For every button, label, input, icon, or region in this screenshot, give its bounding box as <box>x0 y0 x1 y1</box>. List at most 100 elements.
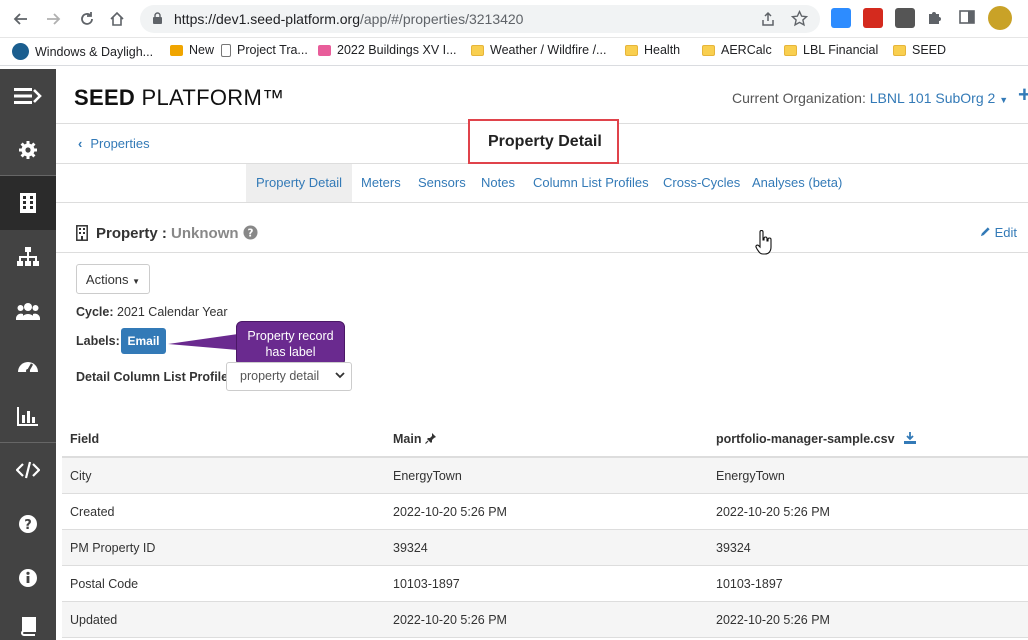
bookmark-label: SEED <box>912 43 947 57</box>
svg-text:?: ? <box>247 227 253 239</box>
tab-analyses[interactable]: Analyses (beta) <box>742 164 852 202</box>
reload-icon[interactable] <box>76 8 98 30</box>
bookmark-label: AERCalc <box>721 43 772 57</box>
help-question-icon[interactable]: ? <box>0 497 56 551</box>
source-header-label: portfolio-manager-sample.csv <box>716 432 895 446</box>
cycle-line: Cycle: 2021 Calendar Year <box>76 305 228 319</box>
org-label: Current Organization: <box>732 90 866 106</box>
bookmark-item[interactable]: New <box>170 43 214 57</box>
download-icon[interactable] <box>904 432 916 447</box>
edit-label: Edit <box>994 225 1018 240</box>
pdf-extension-icon[interactable] <box>863 8 883 28</box>
folder-icon <box>471 44 484 56</box>
seed-platform-logo[interactable]: SEED PLATFORM™ <box>74 85 284 111</box>
address-bar[interactable]: https://dev1.seed-platform.org/app/#/pro… <box>140 5 820 33</box>
main-value-cell: 2022-10-20 5:26 PM <box>393 613 507 627</box>
bookmark-folder[interactable]: AERCalc <box>702 43 772 57</box>
lock-icon <box>152 12 163 28</box>
main-value-cell: 10103-1897 <box>393 577 460 591</box>
page-subheader: ‹ Properties Property Detail <box>56 119 1028 164</box>
sitemap-icon[interactable] <box>0 230 56 284</box>
help-question-icon[interactable]: ? <box>243 225 258 244</box>
building-icon[interactable] <box>0 176 56 230</box>
graduation-cap-icon <box>170 44 183 56</box>
bookmark-item[interactable]: 2022 Buildings XV I... <box>318 43 457 57</box>
settings-gear-icon[interactable] <box>0 123 56 177</box>
annotation-callout: Property record has label <box>236 321 345 366</box>
source-value-cell: 2022-10-20 5:26 PM <box>716 505 830 519</box>
svg-text:?: ? <box>24 518 32 533</box>
back-link-label: Properties <box>90 136 150 151</box>
chevron-left-icon: ‹ <box>78 136 83 151</box>
menu-toggle-icon[interactable] <box>0 69 56 123</box>
bookmarks-bar: Windows & Dayligh... New Project Tra... … <box>0 38 1028 66</box>
extension-icon[interactable] <box>895 8 915 28</box>
bookmark-folder[interactable]: Health <box>625 43 680 57</box>
property-title-label: Property : <box>96 225 167 242</box>
forward-arrow-icon[interactable] <box>42 8 64 30</box>
zoom-extension-icon[interactable] <box>831 8 851 28</box>
caret-down-icon: ▼ <box>132 276 141 286</box>
tab-property-detail[interactable]: Property Detail <box>246 164 352 202</box>
bookmark-item[interactable]: Windows & Dayligh... <box>12 43 153 60</box>
profile-avatar[interactable] <box>988 6 1012 30</box>
tab-sensors[interactable]: Sensors <box>408 164 476 202</box>
property-name: Unknown <box>171 225 239 242</box>
pencil-icon <box>980 225 995 240</box>
org-dropdown[interactable]: LBNL 101 SubOrg 2 <box>870 90 996 106</box>
browser-toolbar: https://dev1.seed-platform.org/app/#/pro… <box>0 0 1028 38</box>
share-icon[interactable] <box>760 11 776 30</box>
current-organization[interactable]: Current Organization: LBNL 101 SubOrg 2 … <box>732 90 1008 106</box>
tab-column-list-profiles[interactable]: Column List Profiles <box>523 164 659 202</box>
users-icon[interactable] <box>0 284 56 338</box>
back-to-properties-link[interactable]: ‹ Properties <box>78 136 150 151</box>
field-name-cell: Created <box>70 505 115 519</box>
bookmark-label: New <box>189 43 215 57</box>
field-name-cell: Updated <box>70 613 118 627</box>
column-header-main: Main <box>393 432 437 447</box>
cycle-label: Cycle: <box>76 305 114 319</box>
folder-icon <box>625 44 638 56</box>
tab-notes[interactable]: Notes <box>471 164 525 202</box>
column-header-source-file: portfolio-manager-sample.csv <box>716 432 916 447</box>
tab-cross-cycles[interactable]: Cross-Cycles <box>653 164 750 202</box>
home-icon[interactable] <box>106 8 128 30</box>
bookmark-star-icon[interactable] <box>790 9 809 30</box>
bookmark-label: Windows & Dayligh... <box>35 44 154 59</box>
bookmark-label: Project Tra... <box>237 43 308 57</box>
bar-chart-icon[interactable] <box>0 389 56 443</box>
main-value-cell: 39324 <box>393 541 428 555</box>
side-panel-icon[interactable] <box>958 8 978 28</box>
info-icon[interactable] <box>0 551 56 605</box>
book-icon[interactable] <box>0 599 56 640</box>
pin-icon[interactable] <box>425 432 437 447</box>
building-icon <box>76 225 88 244</box>
bookmark-folder[interactable]: Weather / Wildfire /... <box>471 43 606 57</box>
eta-icon <box>12 43 29 60</box>
profile-selected-value: property detail <box>240 369 320 383</box>
field-name-cell: PM Property ID <box>70 541 156 555</box>
bookmark-folder[interactable]: SEED <box>893 43 946 57</box>
app-sidebar: ? <box>0 69 56 640</box>
bookmark-item[interactable]: Project Tra... <box>221 43 308 57</box>
page-title: Property Detail <box>488 133 602 150</box>
edit-link[interactable]: Edit <box>980 225 1017 240</box>
dashboard-gauge-icon[interactable] <box>0 338 56 392</box>
labels-label: Labels: <box>76 334 120 348</box>
email-label-badge[interactable]: Email <box>121 328 166 354</box>
tab-meters[interactable]: Meters <box>351 164 411 202</box>
column-list-profile-select[interactable]: property detail <box>226 362 352 391</box>
puzzle-extensions-icon[interactable] <box>926 8 946 28</box>
main-header-label: Main <box>393 432 422 446</box>
add-plus-icon[interactable]: + <box>1018 82 1028 108</box>
bookmark-folder[interactable]: LBL Financial <box>784 43 878 57</box>
table-row: Postal Code 10103-1897 10103-1897 <box>62 566 1028 602</box>
bookmark-label: 2022 Buildings XV I... <box>337 43 457 57</box>
actions-dropdown-button[interactable]: Actions ▼ <box>76 264 150 294</box>
back-arrow-icon[interactable] <box>10 8 32 30</box>
field-name-cell: City <box>70 469 92 483</box>
code-icon[interactable] <box>0 443 56 497</box>
url-text: https://dev1.seed-platform.org/app/#/pro… <box>174 11 524 27</box>
profile-label: Detail Column List Profile: <box>76 370 233 384</box>
table-row: Updated 2022-10-20 5:26 PM 2022-10-20 5:… <box>62 602 1028 638</box>
